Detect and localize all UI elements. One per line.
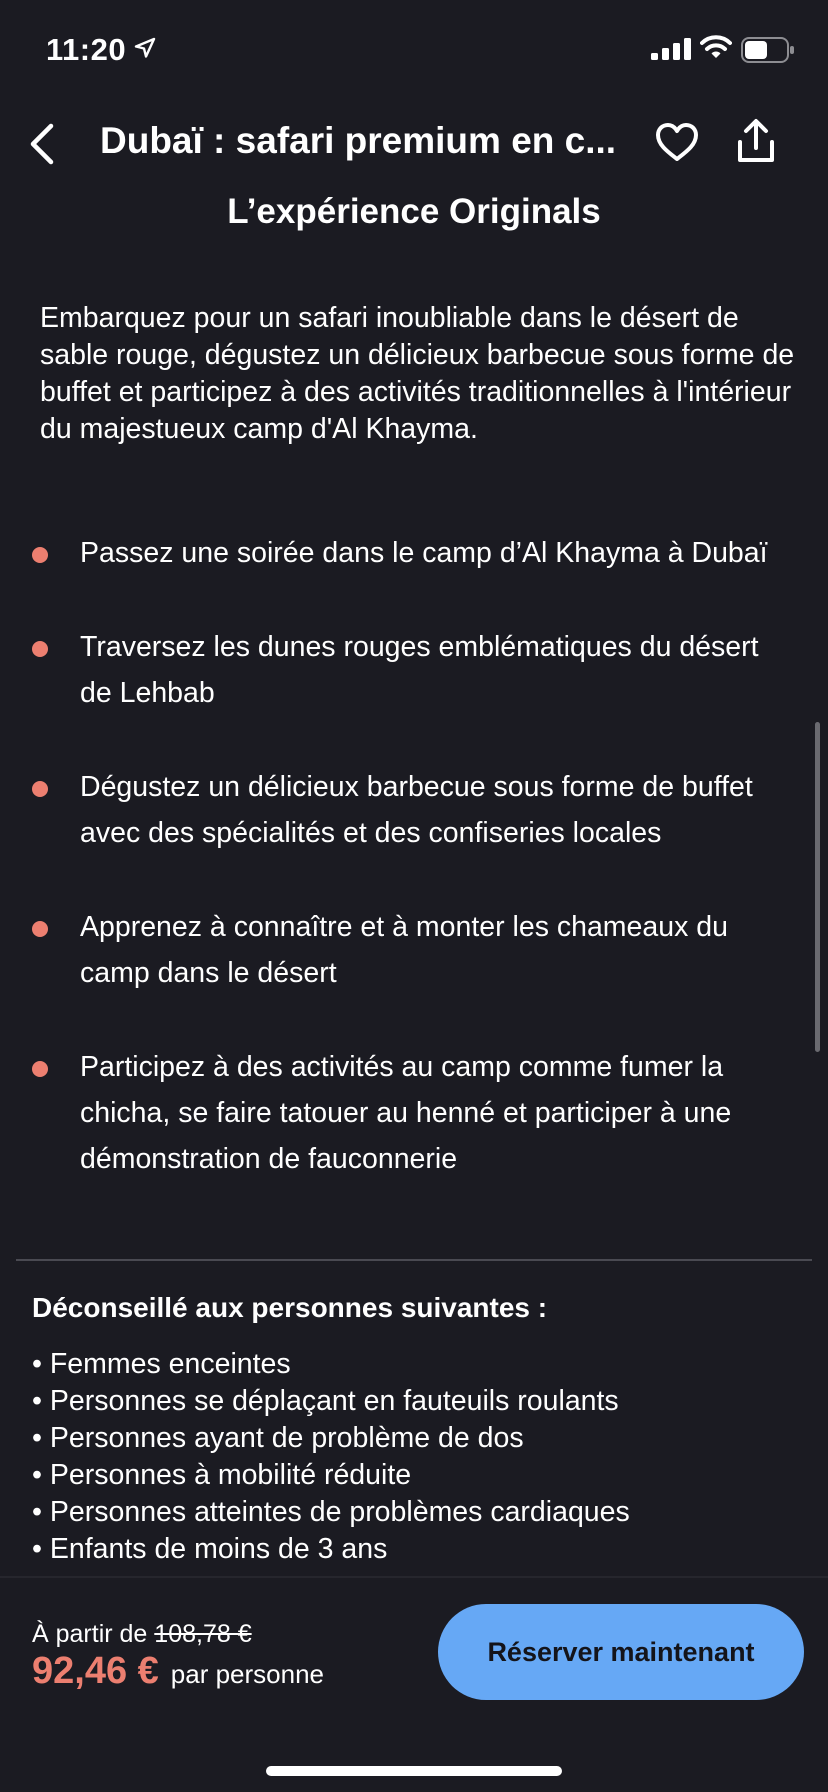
list-item: Participez à des activités au camp comme… (0, 1044, 828, 1182)
divider (16, 1259, 812, 1261)
list-item: Apprenez à connaître et à monter les cha… (0, 904, 828, 996)
back-button[interactable] (18, 116, 66, 172)
status-bar: 11:20 (0, 0, 828, 100)
battery-icon (741, 37, 794, 63)
price-from-label: À partir de 108,78 € (32, 1620, 252, 1649)
booking-bar: À partir de 108,78 € 92,46 € par personn… (0, 1578, 828, 1792)
from-text: À partir de (32, 1620, 148, 1648)
favorite-button[interactable] (651, 114, 703, 170)
bullet-dot-icon (32, 781, 48, 797)
list-item: • Femmes enceintes (32, 1348, 291, 1380)
highlight-text: Passez une soirée dans le camp d’Al Khay… (80, 537, 768, 569)
back-arrow-icon (30, 123, 54, 165)
intro-text: Embarquez pour un safari inoubliable dan… (40, 302, 795, 445)
bullet-dot-icon (32, 921, 48, 937)
wifi-icon (700, 35, 732, 58)
highlight-text: Participez à des activités au camp comme… (80, 1051, 732, 1175)
list-item: • Personnes à mobilité réduite (32, 1459, 412, 1491)
list-item: • Personnes atteintes de problèmes cardi… (32, 1496, 630, 1528)
list-item: Passez une soirée dans le camp d’Al Khay… (0, 530, 828, 576)
status-time: 11:20 (46, 32, 127, 67)
list-item: Traversez les dunes rouges emblématiques… (0, 624, 828, 716)
bullet-dot-icon (32, 641, 48, 657)
share-button[interactable] (730, 112, 782, 170)
old-price: 108,78 € (154, 1620, 252, 1648)
home-indicator[interactable] (266, 1766, 562, 1776)
bullet-dot-icon (32, 547, 48, 563)
section-title: L’expérience Originals (227, 192, 601, 231)
header: Dubaï : safari premium en c... (0, 100, 828, 188)
signal-icon (651, 38, 691, 60)
share-icon (738, 119, 774, 162)
per-person-label: par personne (170, 1659, 325, 1689)
heart-icon (656, 123, 698, 161)
scrollbar[interactable] (815, 722, 820, 1052)
highlight-text: Dégustez un délicieux barbecue sous form… (80, 771, 753, 849)
price-row: 92,46 € par personne (32, 1650, 324, 1693)
book-now-button[interactable]: Réserver maintenant (438, 1604, 804, 1700)
page-title: Dubaï : safari premium en c... (100, 120, 617, 161)
highlights-list: Passez une soirée dans le camp d’Al Khay… (0, 530, 828, 1182)
bullet-dot-icon (32, 1061, 48, 1077)
highlight-text: Traversez les dunes rouges emblématiques… (80, 631, 759, 709)
highlight-text: Apprenez à connaître et à monter les cha… (80, 911, 728, 989)
list-item: • Personnes ayant de problème de dos (32, 1422, 524, 1454)
list-item: • Personnes se déplaçant en fauteuils ro… (32, 1385, 619, 1417)
warnings-list: • Femmes enceintes • Personnes se déplaç… (32, 1346, 630, 1568)
warnings-title: Déconseillé aux personnes suivantes : (32, 1292, 548, 1323)
list-item: Dégustez un délicieux barbecue sous form… (0, 764, 828, 856)
list-item: • Enfants de moins de 3 ans (32, 1533, 388, 1565)
current-price: 92,46 € (32, 1650, 159, 1692)
location-arrow-icon (134, 37, 156, 58)
